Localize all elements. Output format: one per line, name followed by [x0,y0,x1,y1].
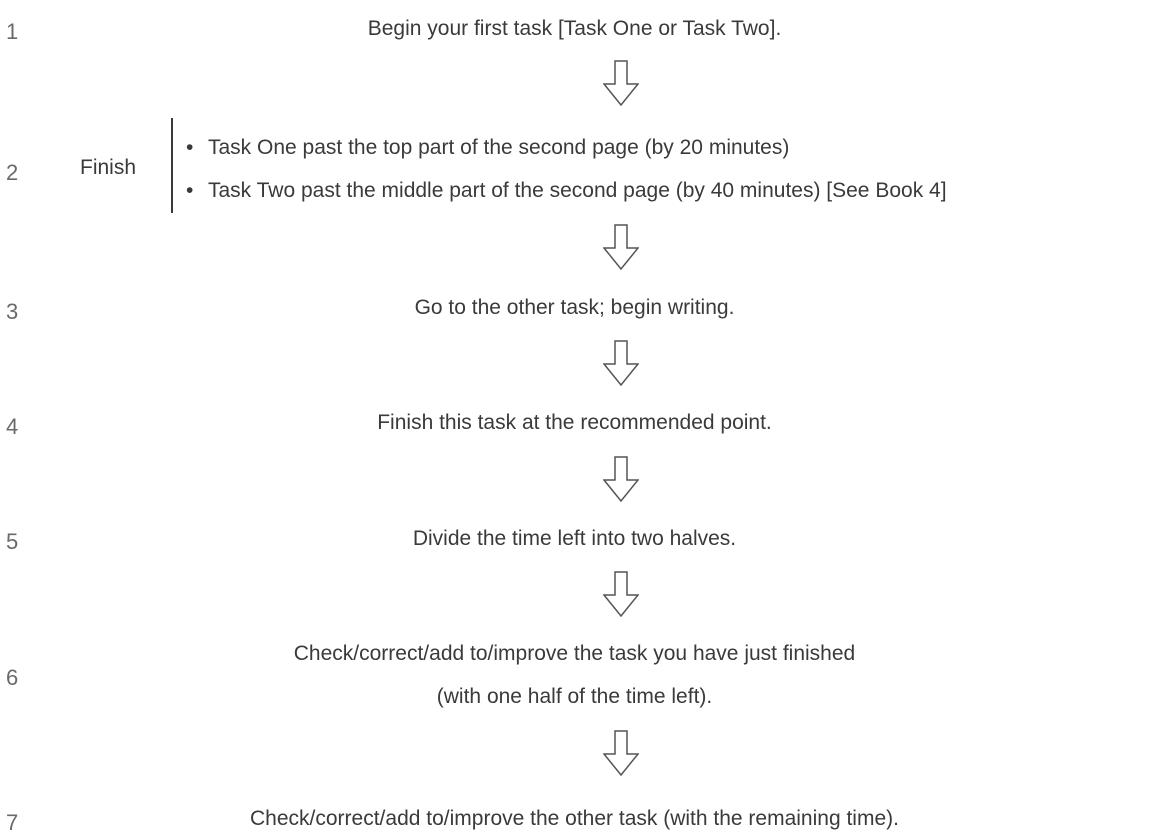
step-6-text-line-2: (with one half of the time left). [436,685,713,708]
down-arrow-icon [603,730,639,776]
step-1-text: Begin your first task [Task One or Task … [367,17,782,40]
bullet-dot: • [186,179,194,202]
bullet-item-task-one: • Task One past the top part of the secon… [186,137,789,158]
bullet-text: Task Two past the middle part of the sec… [208,179,947,202]
bullet-text: Task One past the top part of the second… [208,136,790,159]
bullet-dot: • [186,136,194,159]
down-arrow-icon [603,224,639,270]
bullet-item-task-two: • Task Two past the middle part of the se… [186,180,947,201]
step-7-text: Check/correct/add to/improve the other t… [250,807,899,830]
down-arrow-icon [603,571,639,617]
down-arrow-icon [603,456,639,502]
step-5-text: Divide the time left into two halves. [412,527,737,550]
step-3-text: Go to the other task; begin writing. [414,296,735,319]
finish-label: Finish [80,156,137,179]
step-6-text-line-1: Check/correct/add to/improve the task yo… [293,642,856,665]
down-arrow-icon [603,340,639,386]
bracket-line [171,118,173,213]
down-arrow-icon [603,60,639,106]
step-number-2: 2 [6,160,19,185]
step-4-text: Finish this task at the recommended poin… [377,411,772,434]
